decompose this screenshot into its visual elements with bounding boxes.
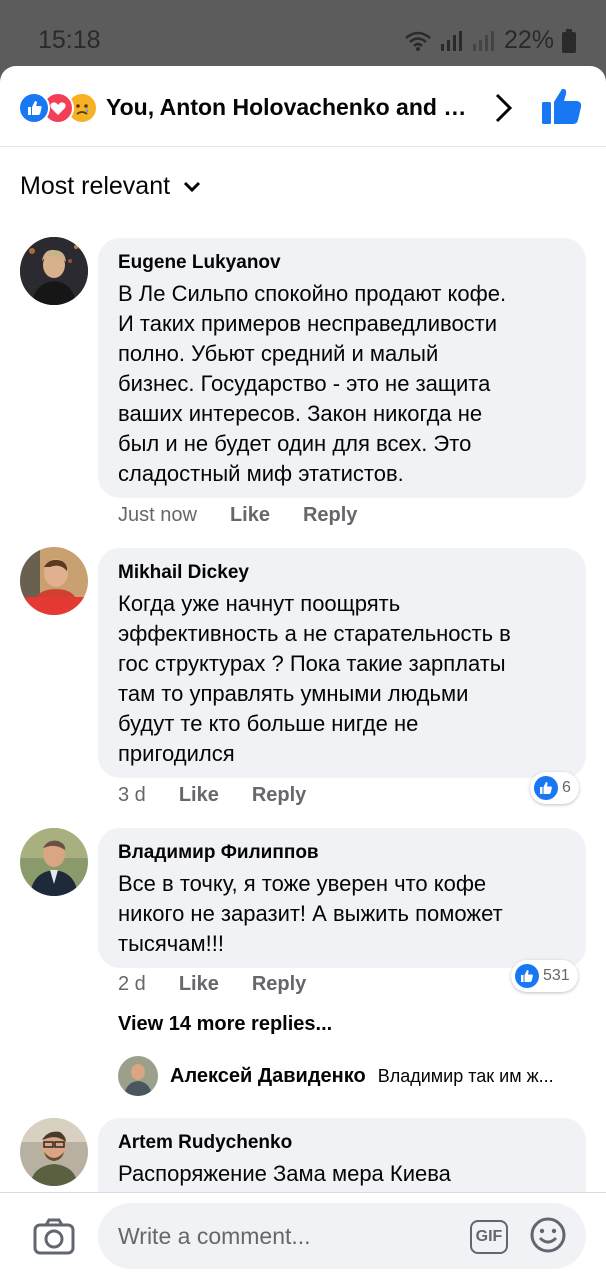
reply-button[interactable]: Reply <box>252 973 306 996</box>
view-more-replies-link[interactable]: View 14 more replies... <box>118 1013 332 1036</box>
reactions-header: You, Anton Holovachenko and 8... <box>0 66 606 147</box>
comment-line: И таких примеров несправедливости <box>118 311 498 336</box>
comment-author[interactable]: Mikhail Dickey <box>118 562 566 584</box>
comment-input[interactable]: Write a comment... <box>98 1203 586 1269</box>
reaction-count-badge[interactable]: 531 <box>511 960 578 992</box>
reply-author[interactable]: Алексей Давиденко <box>170 1065 366 1088</box>
emoji-icon[interactable] <box>529 1216 567 1254</box>
comment-time: 3 d <box>118 784 146 806</box>
status-time: 15:18 <box>38 26 101 54</box>
comment-time: 2 d <box>118 973 146 995</box>
comment-line: тысячам!!! <box>118 931 224 956</box>
like-thumb-icon[interactable] <box>540 86 584 126</box>
comment-actions: Just now Like Reply <box>118 504 357 527</box>
avatar-aleksey[interactable] <box>118 1056 158 1096</box>
like-button[interactable]: Like <box>179 784 219 807</box>
reactions-title[interactable]: You, Anton Holovachenko and 8... <box>106 94 468 121</box>
camera-icon[interactable] <box>32 1217 76 1257</box>
reply-button[interactable]: Reply <box>303 504 357 527</box>
like-reaction-icon <box>534 776 558 800</box>
battery-icon <box>562 28 576 53</box>
like-reaction-icon <box>18 92 50 124</box>
chevron-right-icon[interactable] <box>488 90 518 126</box>
avatar-eugene[interactable] <box>20 237 88 305</box>
reaction-count: 6 <box>562 779 571 796</box>
signal-icon <box>440 30 462 51</box>
chevron-down-icon <box>184 181 201 192</box>
like-button[interactable]: Like <box>179 973 219 996</box>
reply-button[interactable]: Reply <box>252 784 306 807</box>
comment-author[interactable]: Владимир Филиппов <box>118 842 566 864</box>
sort-dropdown[interactable]: Most relevant <box>20 172 202 201</box>
comment-line: пригодился <box>118 741 235 766</box>
avatar-vladimir[interactable] <box>20 828 88 896</box>
sort-label: Most relevant <box>20 172 171 200</box>
comment-author[interactable]: Artem Rudychenko <box>118 1132 566 1154</box>
comment-bubble[interactable]: Eugene Lukyanov В Ле Сильпо спокойно про… <box>98 238 586 498</box>
comment-line: Когда уже начнут поощрять <box>118 591 401 616</box>
reaction-count: 531 <box>543 967 570 984</box>
comment-composer: Write a comment... GIF <box>0 1192 606 1280</box>
comment-time: Just now <box>118 504 197 526</box>
like-reaction-icon <box>515 964 539 988</box>
avatar-mikhail[interactable] <box>20 547 88 615</box>
comment-line: Все в точку, я тоже уверен что кофе <box>118 871 487 896</box>
battery-percent: 22% <box>503 26 554 54</box>
comment-author[interactable]: Eugene Lukyanov <box>118 252 566 274</box>
comment-line: был и не будет один для всех. Это <box>118 431 472 456</box>
comment-line: бизнес. Государство - это не защита <box>118 371 491 396</box>
comment-line: полно. Убьют средний и малый <box>118 341 439 366</box>
comment-line: В Ле Сильпо спокойно продают кофе. <box>118 281 507 306</box>
comment-actions: 3 d Like Reply <box>118 784 306 807</box>
status-right: 22% <box>404 26 576 55</box>
comment-text: В Ле Сильпо спокойно продают кофе. И так… <box>118 279 566 489</box>
reply-preview[interactable]: Алексей Давиденко Владимир так им ж... <box>118 1056 578 1096</box>
comment-bubble[interactable]: Mikhail Dickey Когда уже начнут поощрять… <box>98 548 586 778</box>
comment-line: там то управлять умными людьми <box>118 681 469 706</box>
comment-line: ваших интересов. Закон никогда не <box>118 401 483 426</box>
comment-bubble[interactable]: Владимир Филиппов Все в точку, я тоже ув… <box>98 828 586 968</box>
comment-line: гос структурах ? Пока такие зарплаты <box>118 651 506 676</box>
comment-text: Распоряжение Зама мера Киева <box>118 1159 566 1189</box>
comment-line: эффективность а не старательность в <box>118 621 511 646</box>
reply-text: Владимир так им ж... <box>377 1065 554 1086</box>
comment-line: никого не заразит! А выжить поможет <box>118 901 503 926</box>
comment-text: Когда уже начнут поощрять эффективность … <box>118 589 566 769</box>
gif-button[interactable]: GIF <box>470 1220 508 1254</box>
signal-2-icon <box>472 30 494 51</box>
comment-line: Распоряжение Зама мера Киева <box>118 1161 451 1186</box>
wifi-icon <box>405 31 431 51</box>
comment-actions: 2 d Like Reply <box>118 973 306 996</box>
comment-text: Все в точку, я тоже уверен что кофе нико… <box>118 869 566 959</box>
avatar-artem[interactable] <box>20 1118 88 1186</box>
comment-line: будут те кто больше нигде не <box>118 711 419 736</box>
comments-sheet: You, Anton Holovachenko and 8... Most re… <box>0 66 606 1280</box>
like-button[interactable]: Like <box>230 504 270 527</box>
reaction-count-badge[interactable]: 6 <box>530 772 579 804</box>
reactions-summary[interactable] <box>18 92 102 124</box>
comment-line: сладостный миф этатистов. <box>118 461 404 486</box>
